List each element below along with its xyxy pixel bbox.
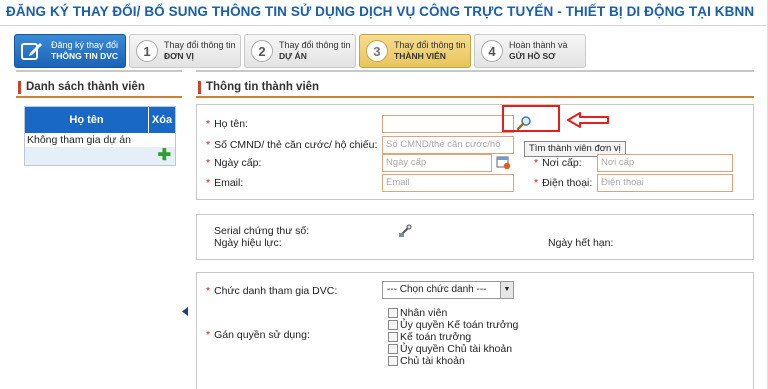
- email-label-text: Email:: [214, 177, 244, 189]
- noi-cap-input[interactable]: Nơi cấp: [597, 154, 733, 172]
- heading-bar: [198, 81, 201, 94]
- checkbox-label: Ủy quyền Chủ tài khoản: [400, 343, 513, 355]
- info-heading-text: Thông tin thành viên: [206, 81, 320, 93]
- step-line1: Thay đổi thông tin: [164, 40, 236, 50]
- highlight-box: [502, 105, 560, 132]
- checkbox-icon[interactable]: [388, 344, 398, 354]
- ho-ten-input[interactable]: [382, 115, 514, 133]
- hieu-luc-label: Ngày hiệu lực:: [214, 237, 282, 249]
- ho-ten-label-text: Họ tên:: [214, 118, 248, 130]
- step-line1: Thay đổi thông tin: [394, 40, 466, 50]
- wizard-steps: Đăng ký thay đổi THÔNG TIN DVC 1 Thay đổi…: [14, 34, 586, 68]
- email-input[interactable]: Email: [382, 174, 514, 192]
- cmnd-label-text: Số CMND/ thẻ căn cước/ hộ chiếu:: [214, 139, 378, 151]
- cmnd-label: * Số CMND/ thẻ căn cước/ hộ chiếu:: [206, 139, 378, 151]
- checkbox-chu-tai-khoan[interactable]: Chủ tài khoản: [388, 355, 465, 367]
- checkbox-icon[interactable]: [388, 320, 398, 330]
- certificate-icon[interactable]: [398, 224, 412, 241]
- step-gui-ho-so[interactable]: 4 Hoàn thành và GỬI HỒ SƠ: [474, 34, 586, 68]
- step-number: 3: [366, 40, 388, 62]
- members-heading-text: Danh sách thành viên: [26, 81, 145, 93]
- checkbox-ke-toan-truong[interactable]: Kế toán trưởng: [388, 331, 471, 343]
- ngay-cap-input[interactable]: Ngày cấp: [382, 154, 492, 172]
- chuc-danh-select-value: --- Chọn chức danh ---: [387, 284, 487, 295]
- chuc-danh-label-text: Chức danh tham gia DVC:: [214, 285, 338, 297]
- checkbox-label: Ủy quyền Kế toán trưởng: [400, 319, 519, 331]
- het-han-label: Ngày hết hạn:: [548, 237, 614, 249]
- dien-thoai-input[interactable]: Điện thoại: [597, 174, 733, 192]
- ho-ten-label: * Họ tên:: [206, 118, 248, 130]
- panel-divider-left: [16, 70, 182, 72]
- checkbox-nhan-vien[interactable]: Nhân viên: [388, 307, 447, 319]
- step-du-an[interactable]: 2 Thay đổi thông tin DỰ ÁN: [244, 34, 356, 68]
- ngay-cap-label: * Ngày cấp:: [206, 157, 262, 169]
- step-line1: Thay đổi thông tin: [279, 40, 351, 50]
- step-number: 2: [251, 40, 273, 62]
- step-line2: GỬI HỒ SƠ: [509, 51, 556, 61]
- step-number: 1: [136, 40, 158, 62]
- checkbox-label: Kế toán trưởng: [400, 331, 472, 343]
- step-line2: DỰ ÁN: [279, 51, 307, 61]
- table-row[interactable]: Không tham gia dự án: [25, 133, 175, 147]
- members-table-header: Họ tên Xóa: [25, 107, 175, 133]
- step-don-vi[interactable]: 1 Thay đổi thông tin ĐƠN VỊ: [129, 34, 241, 68]
- info-heading: Thông tin thành viên: [196, 78, 754, 98]
- col-delete-header: Xóa: [149, 107, 175, 133]
- checkbox-uq-ke-toan-truong[interactable]: Ủy quyền Kế toán trưởng: [388, 319, 518, 331]
- gan-quyen-label-text: Gán quyền sử dụng:: [214, 329, 310, 341]
- title-divider: [0, 25, 768, 26]
- collapse-marker-icon[interactable]: [182, 307, 188, 316]
- members-table: Họ tên Xóa Không tham gia dự án ✚: [24, 106, 176, 166]
- cmnd-input[interactable]: Số CMND/thẻ căn cước/hộ chiếu: [382, 136, 514, 166]
- members-heading: Danh sách thành viên: [16, 78, 182, 98]
- col-name-header: Họ tên: [25, 107, 149, 133]
- panel-divider-right: [196, 70, 754, 72]
- step-line2: ĐƠN VỊ: [164, 51, 194, 61]
- chuc-danh-label: * Chức danh tham gia DVC:: [206, 285, 338, 297]
- checkbox-icon[interactable]: [388, 308, 398, 318]
- noi-cap-label-text: Nơi cấp:: [542, 157, 582, 169]
- serial-label: Serial chứng thư số:: [214, 225, 310, 237]
- checkbox-icon[interactable]: [388, 332, 398, 342]
- step-line2: THÔNG TIN DVC: [51, 51, 119, 61]
- page-title: ĐĂNG KÝ THAY ĐỔI/ BỔ SUNG THÔNG TIN SỬ D…: [6, 4, 755, 19]
- edit-icon: [21, 40, 45, 62]
- calendar-icon[interactable]: [496, 155, 511, 173]
- step-number: 4: [481, 40, 503, 62]
- step-line1: Đăng ký thay đổi: [51, 40, 119, 50]
- checkbox-label: Chủ tài khoản: [400, 355, 465, 367]
- dien-thoai-label-text: Điện thoại:: [542, 177, 593, 189]
- step-thanh-vien[interactable]: 3 Thay đổi thông tin THÀNH VIÊN: [359, 34, 471, 68]
- noi-cap-label: * Nơi cấp:: [534, 157, 582, 169]
- checkbox-uq-chu-tai-khoan[interactable]: Ủy quyền Chủ tài khoản: [388, 343, 512, 355]
- checkbox-label: Nhân viên: [400, 307, 448, 319]
- chevron-down-icon[interactable]: ▼: [500, 282, 513, 298]
- step-line2: THÀNH VIÊN: [394, 51, 446, 61]
- step-line1: Hoàn thành và: [509, 40, 568, 50]
- step-register[interactable]: Đăng ký thay đổi THÔNG TIN DVC: [14, 34, 126, 68]
- checkbox-icon[interactable]: [388, 356, 398, 366]
- arrow-left-icon: [566, 112, 610, 131]
- email-label: * Email:: [206, 177, 244, 189]
- gan-quyen-label: * Gán quyền sử dụng:: [206, 329, 310, 341]
- chuc-danh-select[interactable]: --- Chọn chức danh --- ▼: [382, 281, 514, 299]
- plus-icon[interactable]: ✚: [158, 148, 171, 164]
- dien-thoai-label: * Điện thoại:: [534, 177, 593, 189]
- ngay-cap-label-text: Ngày cấp:: [214, 157, 262, 169]
- add-row: ✚: [25, 147, 175, 165]
- heading-bar: [18, 81, 21, 94]
